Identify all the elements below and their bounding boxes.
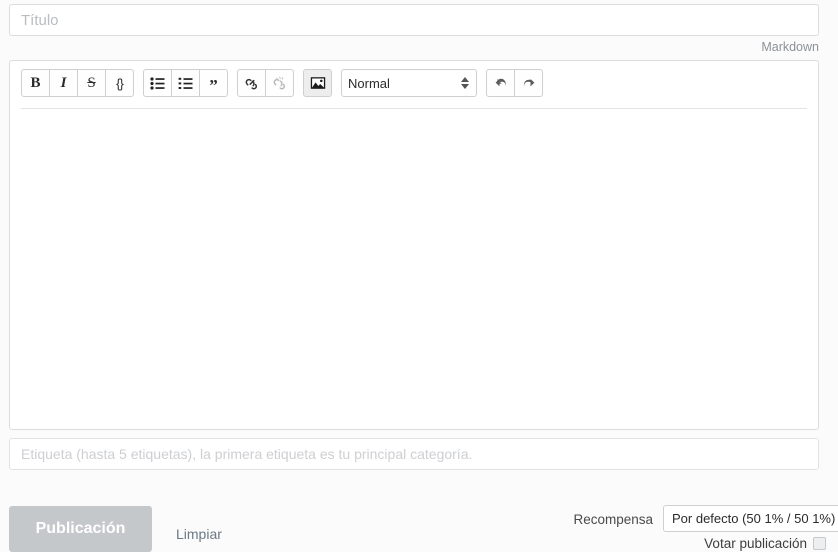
block-style-value: Normal	[348, 75, 390, 91]
image-icon	[310, 76, 326, 90]
undo-icon	[493, 76, 509, 90]
italic-icon: I	[60, 74, 67, 91]
post-editor-page: Markdown B I S {}	[0, 0, 838, 552]
unlink-icon	[272, 76, 288, 90]
reward-select[interactable]: Por defecto (50 1% / 50 1%)	[663, 505, 838, 532]
publish-button[interactable]: Publicación	[9, 506, 152, 552]
reward-label: Recompensa	[573, 512, 653, 527]
vote-post-checkbox[interactable]	[813, 537, 826, 550]
numbered-list-icon	[178, 77, 193, 90]
bulleted-list-icon	[150, 76, 165, 90]
text-format-group: B I S {}	[21, 69, 134, 97]
history-group	[486, 69, 543, 97]
redo-button[interactable]	[514, 69, 543, 97]
link-group	[237, 69, 294, 97]
strikethrough-button[interactable]: S	[77, 69, 106, 97]
bold-icon: B	[30, 74, 41, 91]
post-body-editor[interactable]	[11, 109, 817, 428]
blockquote-button[interactable]: ”	[199, 69, 228, 97]
block-style-select[interactable]: Normal	[341, 69, 477, 97]
strikethrough-icon: S	[87, 74, 96, 91]
vote-post-label: Votar publicación	[704, 536, 807, 551]
bold-button[interactable]: B	[21, 69, 50, 97]
markdown-label: Markdown	[761, 40, 819, 54]
italic-button[interactable]: I	[49, 69, 78, 97]
list-group: ”	[143, 69, 228, 97]
link-icon	[244, 76, 260, 90]
numbered-list-button[interactable]	[171, 69, 200, 97]
code-braces-icon: {}	[116, 75, 124, 91]
insert-link-button[interactable]	[237, 69, 266, 97]
code-button[interactable]: {}	[105, 69, 134, 97]
bulleted-list-button[interactable]	[143, 69, 172, 97]
redo-icon	[521, 76, 537, 90]
editor-toolbar: B I S {} ” Normal	[10, 61, 818, 107]
undo-button[interactable]	[486, 69, 515, 97]
vote-post-row: Votar publicación	[704, 536, 826, 551]
clear-link[interactable]: Limpiar	[176, 526, 222, 542]
remove-link-button[interactable]	[265, 69, 294, 97]
image-group	[303, 69, 332, 97]
post-title-input[interactable]	[9, 4, 819, 36]
tags-input[interactable]	[9, 438, 819, 470]
rich-text-editor: B I S {} ” Normal	[9, 60, 819, 430]
quote-icon: ”	[209, 76, 218, 95]
insert-image-button[interactable]	[303, 69, 332, 97]
select-stepper-icon	[459, 75, 470, 91]
